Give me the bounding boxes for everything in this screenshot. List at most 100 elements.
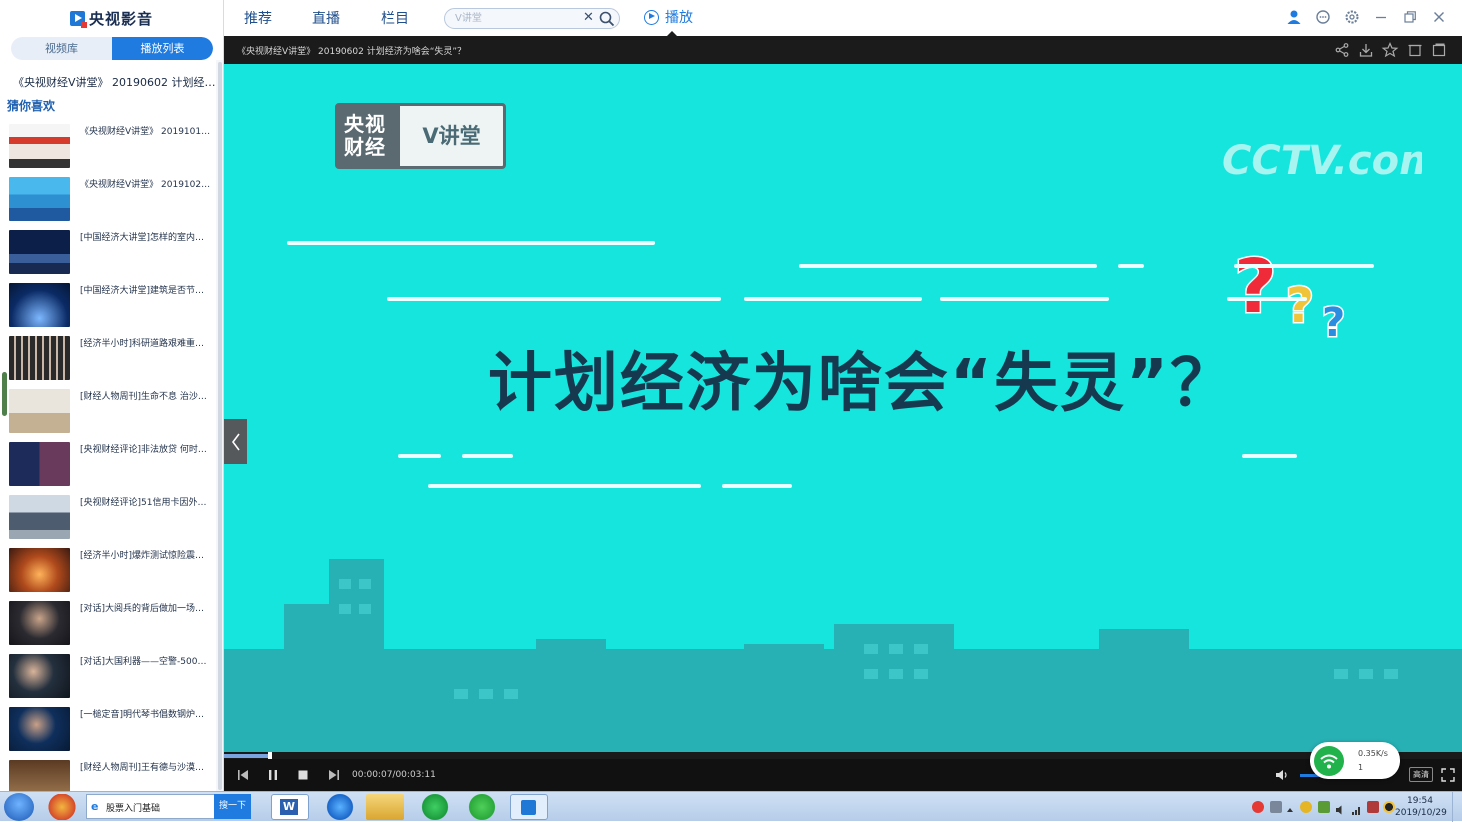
- user-icon[interactable]: [1285, 8, 1303, 26]
- list-item[interactable]: 《央视财经V讲堂》 20191010 …: [0, 120, 216, 170]
- qq-tray-icon[interactable]: [1383, 801, 1395, 813]
- question-marks-decoration: ? ? ?: [1233, 243, 1347, 348]
- list-item-title: [中国经济大讲堂]建筑是否节…: [80, 286, 205, 296]
- show-desktop-button[interactable]: [1452, 792, 1462, 822]
- tray-arrow-icon[interactable]: [1286, 801, 1294, 813]
- app-logo: 央视影音: [70, 7, 153, 29]
- panel-switch: 视频库 播放列表: [11, 37, 213, 60]
- start-button[interactable]: [4, 793, 34, 821]
- nav-live[interactable]: 直播: [312, 8, 340, 28]
- upload-speed: 0.35K/s: [1358, 749, 1388, 758]
- nav-columns[interactable]: 栏目: [381, 8, 409, 28]
- nav-recommend[interactable]: 推荐: [244, 8, 272, 28]
- restore-icon[interactable]: [1401, 8, 1419, 26]
- stop-icon[interactable]: [295, 767, 311, 783]
- list-item[interactable]: [经济半小时]爆炸测试惊险震…: [0, 544, 216, 594]
- progress-fill: [224, 754, 270, 758]
- list-item[interactable]: [财经人物周刊]生命不息 治沙…: [0, 385, 216, 435]
- message-icon[interactable]: [1314, 8, 1332, 26]
- list-item[interactable]: [对话]大国利器——空警-500…: [0, 650, 216, 700]
- security-tray-icon[interactable]: [1367, 801, 1379, 813]
- volume-icon[interactable]: [1274, 767, 1290, 783]
- ie-app-icon[interactable]: [321, 794, 359, 820]
- mini-mode-icon[interactable]: [1430, 41, 1448, 59]
- browser-app-icon[interactable]: [44, 794, 80, 820]
- progress-bar[interactable]: [224, 752, 1462, 760]
- app-tray-icon-2[interactable]: [1318, 801, 1330, 813]
- app-tray-icon[interactable]: [1300, 801, 1312, 813]
- list-item[interactable]: [央视财经评论]非法放贷 何时…: [0, 438, 216, 488]
- fullscreen-icon[interactable]: [1440, 767, 1456, 783]
- taskbar-search-button[interactable]: 搜一下: [214, 794, 251, 819]
- list-item-title: [对话]大国利器——空警-500…: [80, 657, 207, 667]
- taskbar-search-input[interactable]: [106, 799, 214, 815]
- list-item-title: [财经人物周刊]生命不息 治沙…: [80, 392, 207, 402]
- clock-date: 2019/10/29: [1395, 808, 1447, 818]
- cctv-app-icon[interactable]: [510, 794, 548, 820]
- gear-icon[interactable]: [1343, 8, 1361, 26]
- share-icon[interactable]: [1333, 41, 1351, 59]
- quality-button[interactable]: 高清: [1409, 767, 1433, 782]
- download-speed: 1: [1358, 763, 1364, 772]
- taskbar: e 搜一下 W 19:54 2019/10/29: [0, 791, 1462, 822]
- tab-play[interactable]: 播放: [644, 7, 693, 27]
- current-playing-item[interactable]: 《央视财经V讲堂》 20190602 计划经济为啥会“失灵”？: [13, 74, 218, 90]
- list-item[interactable]: [一槌定音]明代琴书倡数钢炉…: [0, 703, 216, 753]
- list-item[interactable]: [对话]大阅兵的背后做加一场…: [0, 597, 216, 647]
- list-item[interactable]: 《央视财经V讲堂》 20191025 …: [0, 173, 216, 223]
- green-browser-app-icon[interactable]: [416, 794, 454, 820]
- player-titlebar: 《央视财经V讲堂》 20190602 计划经济为啥会“失灵”？: [224, 36, 1462, 64]
- player-controls: 00:00:07/00:03:11 高清: [224, 759, 1462, 791]
- ie-icon: e: [91, 800, 99, 813]
- search-icon[interactable]: [598, 10, 616, 28]
- word-app-icon[interactable]: W: [271, 794, 309, 820]
- list-item[interactable]: [经济半小时]科研道路艰难重…: [0, 332, 216, 382]
- minimize-icon[interactable]: [1372, 8, 1390, 26]
- list-item-title: [央视财经评论]51信用卡因外…: [80, 498, 207, 508]
- recommend-section-title: 猜你喜欢: [7, 99, 56, 113]
- favorite-star-icon[interactable]: [1381, 41, 1399, 59]
- list-item-title: [财经人物周刊]王有德与沙漠…: [80, 763, 205, 773]
- cctv-watermark: CCTV.com: [1222, 138, 1422, 184]
- list-scrollbar-thumb[interactable]: [218, 62, 222, 790]
- thumbnail: [9, 177, 70, 221]
- clock-time: 19:54: [1407, 796, 1433, 806]
- ime-tray-icon[interactable]: [1270, 801, 1282, 813]
- video-frame[interactable]: ? ? ? CCTV.com 央视财经 V讲堂 计划经济为啥会“失灵”？: [224, 64, 1462, 752]
- network-speed-widget[interactable]: 0.35K/s 1: [1310, 742, 1400, 779]
- list-item[interactable]: [中国经济大讲堂]建筑是否节…: [0, 279, 216, 329]
- close-icon[interactable]: [1430, 8, 1448, 26]
- svg-text:?: ?: [1286, 278, 1314, 334]
- thumbnail: [9, 283, 70, 327]
- playback-time: 00:00:07/00:03:11: [352, 770, 436, 780]
- previous-icon[interactable]: [235, 767, 251, 783]
- list-item-title: [对话]大阅兵的背后做加一场…: [80, 604, 205, 614]
- list-item[interactable]: [央视财经评论]51信用卡因外…: [0, 491, 216, 541]
- wechat-app-icon[interactable]: [463, 794, 501, 820]
- network-tray-icon[interactable]: [1351, 801, 1363, 815]
- taskbar-clock[interactable]: 19:54 2019/10/29: [1395, 795, 1447, 819]
- sogou-tray-icon[interactable]: [1252, 801, 1264, 813]
- thumbnail: [9, 389, 70, 433]
- video-player: 《央视财经V讲堂》 20190602 计划经济为啥会“失灵”？ ? ? ? CC…: [224, 36, 1462, 791]
- next-icon[interactable]: [326, 767, 342, 783]
- app-name: 央视影音: [89, 9, 154, 28]
- speaker-tray-icon[interactable]: [1335, 801, 1347, 815]
- svg-text:?: ?: [1234, 244, 1277, 330]
- thumbnail: [9, 707, 70, 751]
- top-navigation: 推荐 直播 栏目 ✕ 播放: [224, 0, 1462, 36]
- thumbnail: [9, 654, 70, 698]
- tab-playlist[interactable]: 播放列表: [112, 37, 213, 60]
- tab-video-library[interactable]: 视频库: [11, 37, 112, 60]
- pin-window-icon[interactable]: [1406, 41, 1424, 59]
- download-icon[interactable]: [1357, 41, 1375, 59]
- list-item-title: [一槌定音]明代琴书倡数钢炉…: [80, 710, 205, 720]
- clear-icon[interactable]: ✕: [583, 10, 594, 25]
- panel-resize-handle[interactable]: [2, 372, 7, 416]
- search-input[interactable]: [455, 11, 575, 26]
- pause-icon[interactable]: [265, 767, 281, 783]
- list-item[interactable]: [中国经济大讲堂]怎样的室内…: [0, 226, 216, 276]
- thumbnail: [9, 124, 70, 168]
- collapse-sidebar-button[interactable]: [224, 419, 247, 464]
- explorer-app-icon[interactable]: [366, 794, 404, 820]
